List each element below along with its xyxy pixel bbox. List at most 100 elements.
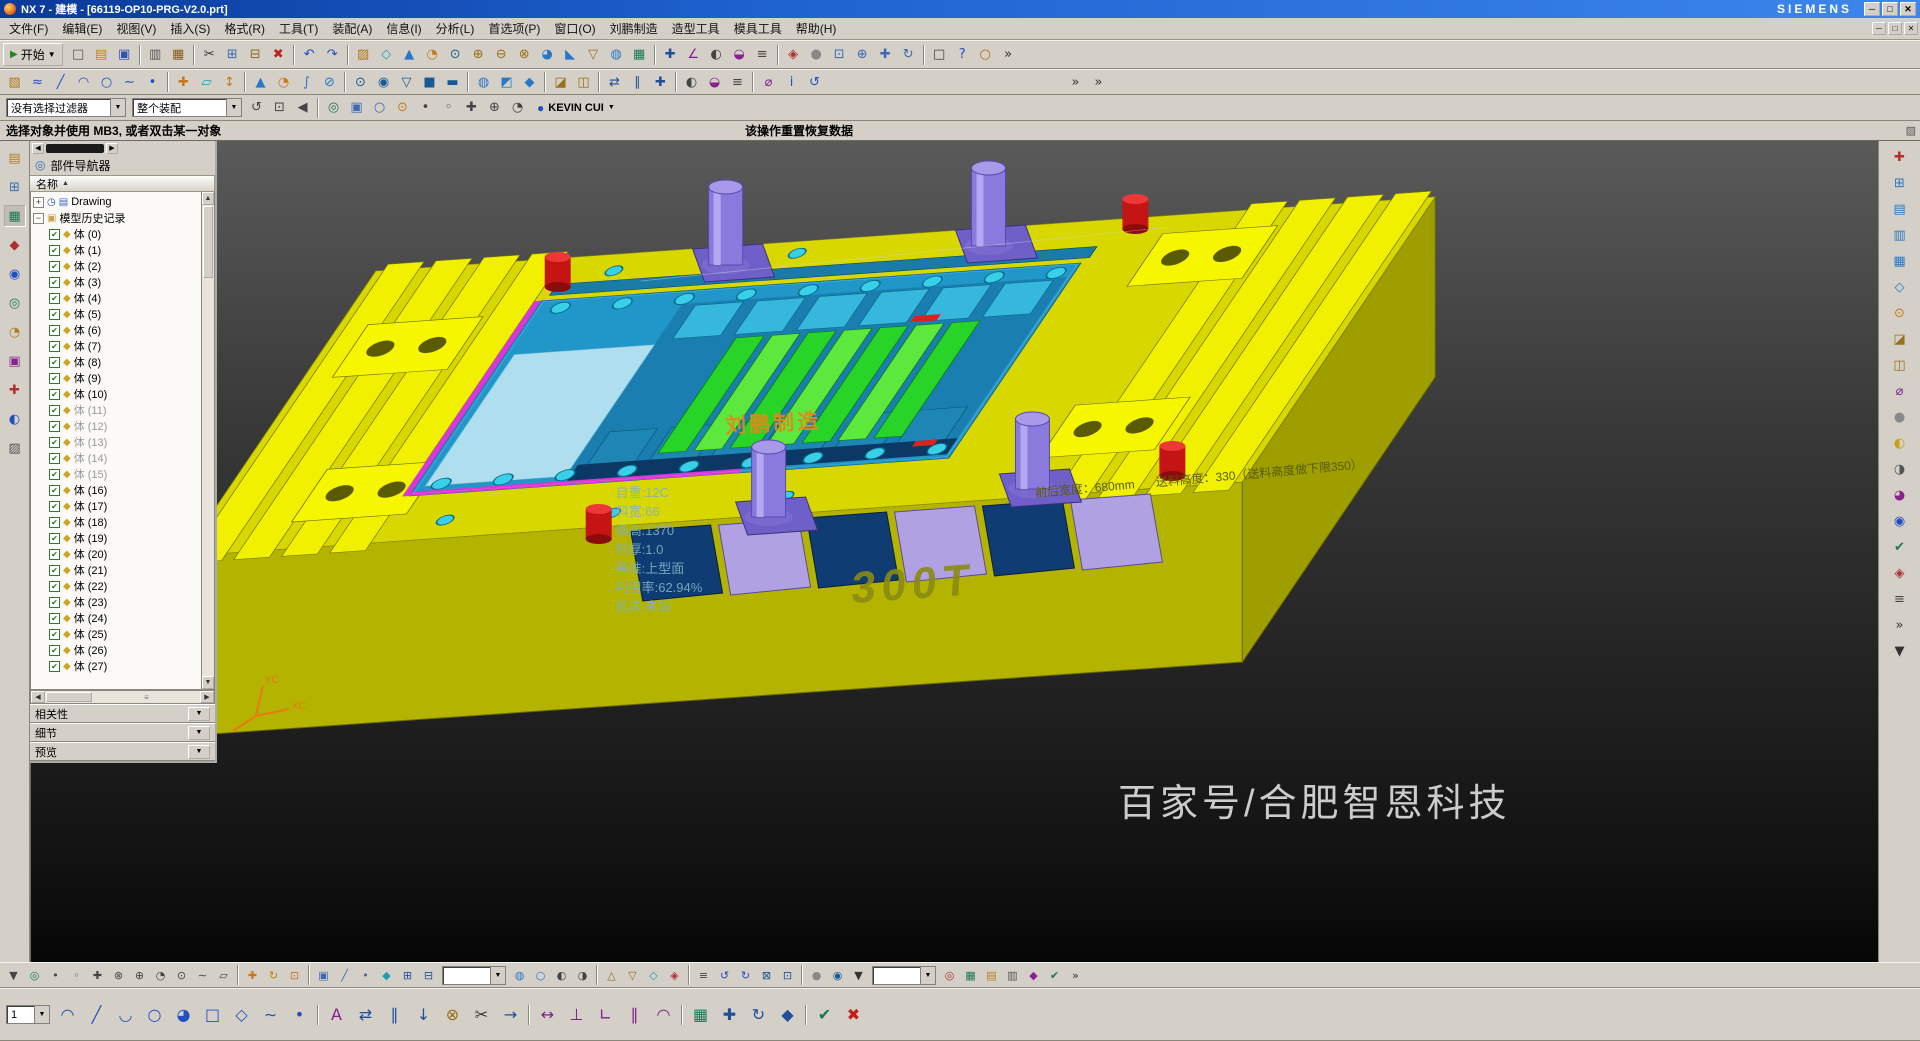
help-icon[interactable]: ? [951, 44, 974, 66]
select-face-icon[interactable]: ▣ [313, 965, 334, 985]
start-menu-button[interactable]: ▶ 开始 ▼ [3, 43, 63, 66]
move-curve-icon[interactable]: ✚ [715, 1001, 744, 1029]
intersection-icon[interactable]: ✚ [460, 97, 483, 119]
view-triad-icon[interactable]: ✚ [1889, 146, 1911, 168]
wcs-icon[interactable]: ✚ [242, 965, 263, 985]
parallel-icon[interactable]: ∥ [620, 1001, 649, 1029]
section-chevron-icon[interactable]: ▼ [188, 745, 210, 759]
menu-format[interactable]: 格式(R) [217, 17, 272, 40]
side-view-icon[interactable]: ▦ [1889, 250, 1911, 272]
subtract-icon[interactable]: ⊖ [490, 44, 513, 66]
doc-close-button[interactable]: ✕ [1904, 22, 1918, 35]
revolve-icon[interactable]: ◔ [272, 71, 295, 93]
tree-item-drawing[interactable]: + ◷ ▤ Drawing [33, 194, 214, 210]
checkbox-icon[interactable]: ✔ [49, 229, 60, 240]
check-mate-icon[interactable]: ✔ [1889, 536, 1911, 558]
hd3d-icon[interactable]: ◉ [1889, 510, 1911, 532]
window-select-icon[interactable]: ⊠ [756, 965, 777, 985]
view-cube-icon[interactable]: ⊞ [1889, 172, 1911, 194]
slot-icon[interactable]: ▬ [441, 71, 464, 93]
sketch-icon[interactable]: ▨ [352, 44, 375, 66]
material-view-icon[interactable]: ● [806, 965, 827, 985]
swept-icon[interactable]: ∫ [295, 71, 318, 93]
point-on-curve-icon[interactable]: ∼ [192, 965, 213, 985]
cancel-icon[interactable]: ✖ [839, 1001, 868, 1029]
history-icon[interactable]: ◔ [4, 321, 26, 343]
clip-up-icon[interactable]: △ [601, 965, 622, 985]
roles-icon[interactable]: ◐ [4, 408, 26, 430]
snap-toggle-icon[interactable]: ◎ [24, 965, 45, 985]
point-on-curve-icon[interactable]: ⊙ [391, 97, 414, 119]
combo-arrow-icon[interactable]: ▼ [490, 967, 505, 984]
circle-icon[interactable]: ○ [95, 71, 118, 93]
menu-insert[interactable]: 插入(S) [163, 17, 217, 40]
plane-grid-icon[interactable]: ▤ [981, 965, 1002, 985]
clip-down-icon[interactable]: ▽ [622, 965, 643, 985]
undo-icon[interactable]: ↶ [298, 44, 321, 66]
tree-item-body[interactable]: ✔ ◆ 体 (4) [33, 290, 214, 306]
minimize-button[interactable]: ─ [1864, 2, 1880, 16]
top-view-icon[interactable]: ▥ [1889, 224, 1911, 246]
shadow-icon[interactable]: ◑ [1889, 458, 1911, 480]
overflow-icon[interactable]: » [1065, 965, 1086, 985]
select-scope-icon[interactable]: ⊡ [268, 97, 291, 119]
checkbox-icon[interactable]: ✔ [49, 517, 60, 528]
checkbox-icon[interactable]: ✔ [49, 293, 60, 304]
checkbox-icon[interactable]: ✔ [49, 277, 60, 288]
tree-item-body[interactable]: ✔ ◆ 体 (6) [33, 322, 214, 338]
scale-curve-icon[interactable]: ◆ [773, 1001, 802, 1029]
tree-item-body[interactable]: ✔ ◆ 体 (21) [33, 562, 214, 578]
checkbox-icon[interactable]: ✔ [49, 645, 60, 656]
section-view-icon[interactable]: ◪ [1889, 328, 1911, 350]
trim-body-icon[interactable]: ▽ [582, 44, 605, 66]
hole-icon[interactable]: ⊙ [349, 71, 372, 93]
boss-icon[interactable]: ◉ [372, 71, 395, 93]
pad-icon[interactable]: ■ [418, 71, 441, 93]
extend-icon[interactable]: → [496, 1001, 525, 1029]
navigator-section-header[interactable]: 预览 ▼ [30, 742, 215, 761]
split-body-icon[interactable]: ◫ [572, 71, 595, 93]
assembly-navigator-icon[interactable]: ▤ [4, 147, 26, 169]
information-icon[interactable]: i [780, 71, 803, 93]
table-icon[interactable]: ▥ [1002, 965, 1023, 985]
studio-render-icon[interactable]: ◕ [1889, 484, 1911, 506]
show-hide-icon[interactable]: ◐ [680, 71, 703, 93]
scroll-right-icon[interactable]: ▶ [200, 691, 214, 703]
end-point-icon[interactable]: • [45, 965, 66, 985]
studio-shade-icon[interactable]: ◑ [572, 965, 593, 985]
expand-icon[interactable]: » [1889, 614, 1911, 636]
checkbox-icon[interactable]: ✔ [49, 421, 60, 432]
refresh-icon[interactable]: ↺ [803, 71, 826, 93]
checkbox-icon[interactable]: ✔ [49, 581, 60, 592]
checkbox-icon[interactable]: ✔ [49, 661, 60, 672]
tree-item-body[interactable]: ✔ ◆ 体 (1) [33, 242, 214, 258]
manufacturing-wizard-icon[interactable]: ✚ [4, 379, 26, 401]
tree-item-body[interactable]: ✔ ◆ 体 (10) [33, 386, 214, 402]
menu-information[interactable]: 信息(I) [379, 17, 428, 40]
task-sketch-icon[interactable]: ▧ [3, 71, 26, 93]
pocket-icon[interactable]: ▽ [395, 71, 418, 93]
tree-item-body[interactable]: ✔ ◆ 体 (24) [33, 610, 214, 626]
overflow-left-icon[interactable]: » [1064, 71, 1087, 93]
selection-scope-combo[interactable]: 整个装配 ▼ [132, 98, 242, 117]
rotate-view-icon[interactable]: ↻ [897, 44, 920, 66]
snap-point-icon[interactable]: ◎ [322, 97, 345, 119]
tree-item-body[interactable]: ✔ ◆ 体 (22) [33, 578, 214, 594]
scroll-thumb[interactable] [46, 692, 92, 702]
tree-item-body[interactable]: ✔ ◆ 体 (0) [33, 226, 214, 242]
checkbox-icon[interactable]: ✔ [49, 453, 60, 464]
measure-icon[interactable]: ⌀ [1889, 380, 1911, 402]
menu-view[interactable]: 视图(V) [109, 17, 163, 40]
combo-arrow-icon[interactable]: ▼ [920, 967, 935, 984]
quadrant-point-icon[interactable]: ◔ [150, 965, 171, 985]
snap-view-icon[interactable]: ⊙ [1889, 302, 1911, 324]
navigator-resize-handle[interactable]: ◀ ▶ [30, 141, 215, 155]
move-object-icon[interactable]: ✚ [659, 44, 682, 66]
checkbox-icon[interactable]: ✔ [49, 373, 60, 384]
menu-assemblies[interactable]: 装配(A) [325, 17, 379, 40]
redo-view-icon[interactable]: ↻ [735, 965, 756, 985]
checkbox-icon[interactable]: ✔ [49, 565, 60, 576]
select-vertex-icon[interactable]: • [355, 965, 376, 985]
view-orient-icon[interactable]: ◈ [664, 965, 685, 985]
tree-item-body[interactable]: ✔ ◆ 体 (9) [33, 370, 214, 386]
